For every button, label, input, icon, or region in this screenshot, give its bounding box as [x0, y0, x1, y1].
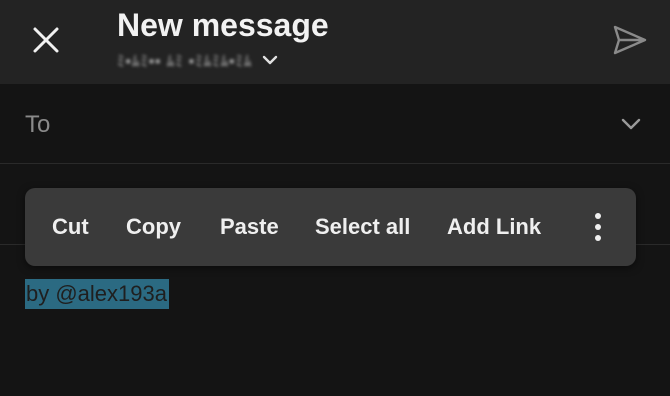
to-label: To: [25, 111, 51, 138]
copy-menu-item[interactable]: Copy: [126, 188, 181, 266]
selected-body-text[interactable]: by @alex193a: [25, 279, 169, 309]
app-bar: New message ﾐ▪ﾑﾐ▪▪ ﾑﾐ ▪ﾐﾑﾐﾑ▪ﾐﾑ: [0, 0, 670, 84]
account-selector[interactable]: ﾐ▪ﾑﾐ▪▪ ﾑﾐ ▪ﾐﾑﾐﾑ▪ﾐﾑ: [117, 48, 329, 72]
account-email: ﾐ▪ﾑﾐ▪▪ ﾑﾐ ▪ﾐﾑﾐﾑ▪ﾐﾑ: [117, 52, 253, 70]
select-all-menu-item[interactable]: Select all: [315, 188, 410, 266]
more-vertical-icon-dot: [595, 235, 601, 241]
close-icon: [33, 27, 59, 53]
close-button[interactable]: [26, 20, 66, 60]
send-button[interactable]: [608, 20, 652, 60]
add-link-menu-item[interactable]: Add Link: [447, 188, 541, 266]
compose-screen: New message ﾐ▪ﾑﾐ▪▪ ﾑﾐ ▪ﾐﾑﾐﾑ▪ﾐﾑ To Cut Co…: [0, 0, 670, 396]
more-vertical-icon: [595, 213, 601, 219]
chevron-down-icon: [621, 118, 641, 130]
text-selection-menu: Cut Copy Paste Select all Add Link: [25, 188, 636, 266]
chevron-down-icon: [262, 51, 280, 69]
cut-menu-item[interactable]: Cut: [52, 188, 89, 266]
send-icon: [613, 25, 647, 55]
paste-menu-item[interactable]: Paste: [220, 188, 279, 266]
expand-recipients-button[interactable]: [618, 114, 644, 134]
to-field-row: To: [0, 84, 670, 164]
title-block: New message ﾐ▪ﾑﾐ▪▪ ﾑﾐ ▪ﾐﾑﾐﾑ▪ﾐﾑ: [117, 6, 329, 72]
more-vertical-icon-dot: [595, 224, 601, 230]
page-title: New message: [117, 7, 329, 43]
to-input[interactable]: [70, 106, 590, 142]
more-options-button[interactable]: [590, 210, 606, 244]
